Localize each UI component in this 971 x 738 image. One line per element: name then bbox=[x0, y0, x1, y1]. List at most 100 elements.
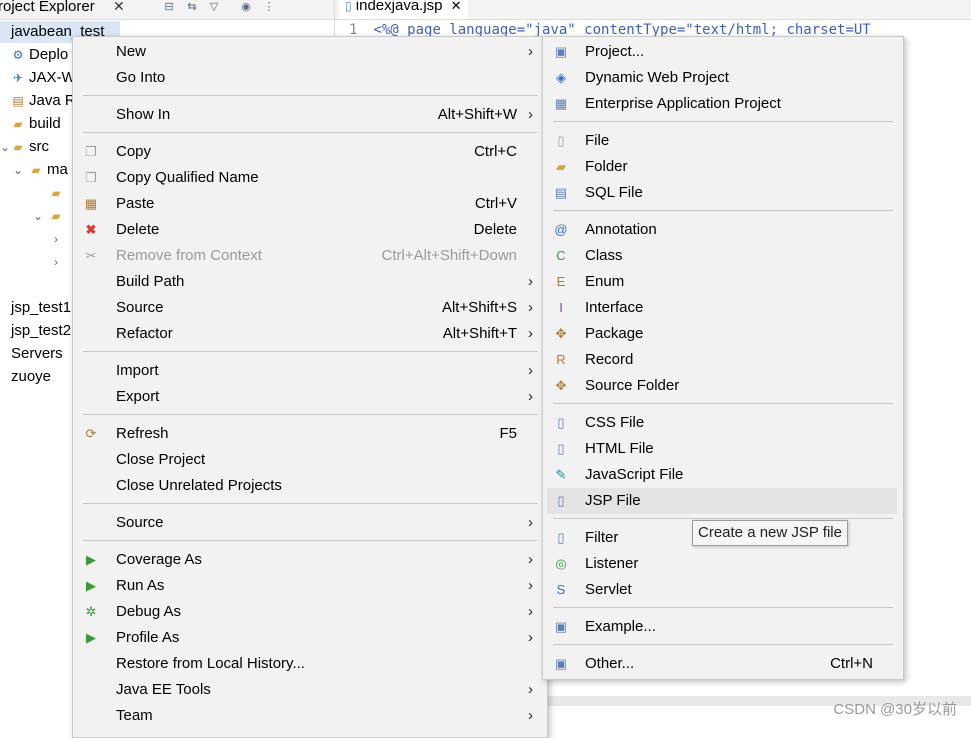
tree-item-build[interactable]: ▰ build bbox=[10, 113, 60, 135]
menu-item-label: Team bbox=[116, 707, 153, 724]
menu-item-restore-local-history[interactable]: Restore from Local History... bbox=[73, 651, 547, 677]
submenu-item-jsp-file[interactable]: ▯ JSP File bbox=[547, 488, 897, 514]
tree-item-servers[interactable]: Servers bbox=[11, 343, 63, 365]
submenu-item-sql-file[interactable]: ▤ SQL File bbox=[543, 180, 903, 206]
submenu-item-source-folder[interactable]: ✥ Source Folder bbox=[543, 373, 903, 399]
menu-item-profile-as[interactable]: ▶ Profile As › bbox=[73, 625, 547, 651]
menu-item-coverage-as[interactable]: ▶ Coverage As › bbox=[73, 547, 547, 573]
menu-item-copy[interactable]: ❐ Copy Ctrl+C bbox=[73, 139, 547, 165]
package-icon: ✥ bbox=[555, 326, 567, 341]
explorer-tab-title[interactable]: roject Explorer bbox=[0, 0, 95, 15]
submenu-item-record[interactable]: R Record bbox=[543, 347, 903, 373]
tree-item-label: Java R bbox=[29, 92, 76, 109]
chevron-right-icon: › bbox=[528, 707, 533, 724]
menu-item-export[interactable]: Export › bbox=[73, 384, 547, 410]
tree-item-src[interactable]: ▰ src bbox=[10, 136, 49, 158]
menu-item-label: Source bbox=[116, 514, 164, 531]
annotation-icon: @ bbox=[554, 222, 568, 237]
submenu-item-enum[interactable]: E Enum bbox=[543, 269, 903, 295]
tree-item-zuoye[interactable]: zuoye bbox=[11, 366, 51, 388]
submenu-item-interface[interactable]: I Interface bbox=[543, 295, 903, 321]
submenu-item-project[interactable]: ▣ Project... bbox=[543, 39, 903, 65]
chevron-right-icon: › bbox=[528, 299, 533, 316]
close-icon[interactable]: ✕ bbox=[113, 0, 125, 15]
submenu-item-example[interactable]: ▣ Example... bbox=[543, 614, 903, 640]
copy-icon: ❐ bbox=[85, 144, 97, 159]
tree-item-main[interactable]: ▰ ma bbox=[28, 159, 67, 181]
menu-separator bbox=[83, 414, 537, 415]
submenu-item-listener[interactable]: ◎ Listener bbox=[543, 551, 903, 577]
chevron-down-icon[interactable]: ⌄ bbox=[13, 163, 23, 177]
menu-item-new[interactable]: New › bbox=[73, 39, 547, 65]
menu-item-remove-from-context[interactable]: ✂ Remove from Context Ctrl+Alt+Shift+Dow… bbox=[73, 243, 547, 269]
submenu-item-servlet[interactable]: S Servlet bbox=[543, 577, 903, 603]
menu-item-delete[interactable]: ✖ Delete Delete bbox=[73, 217, 547, 243]
chevron-down-icon[interactable]: ⌄ bbox=[0, 140, 10, 154]
editor-tab-bar: ▯ indexjava.jsp ✕ bbox=[335, 0, 971, 20]
menu-item-debug-as[interactable]: ✲ Debug As › bbox=[73, 599, 547, 625]
menu-item-close-project[interactable]: Close Project bbox=[73, 447, 547, 473]
focus-icon[interactable]: ◉ bbox=[240, 1, 252, 13]
html-file-icon: ▯ bbox=[557, 441, 565, 456]
menu-item-label: HTML File bbox=[585, 440, 654, 457]
tree-item-label: Servers bbox=[11, 345, 63, 362]
submenu-item-enterprise-application-project[interactable]: ▦ Enterprise Application Project bbox=[543, 91, 903, 117]
copy-qualified-icon: ❐ bbox=[85, 170, 97, 185]
profile-icon: ▶ bbox=[86, 630, 96, 645]
submenu-item-folder[interactable]: ▰ Folder bbox=[543, 154, 903, 180]
submenu-item-css-file[interactable]: ▯ CSS File bbox=[543, 410, 903, 436]
menu-item-run-as[interactable]: ▶ Run As › bbox=[73, 573, 547, 599]
tree-item-deployment[interactable]: ⚙ Deplo bbox=[10, 44, 69, 66]
menu-separator bbox=[553, 607, 893, 608]
chevron-right-icon: › bbox=[528, 43, 533, 60]
menu-item-paste[interactable]: ▦ Paste Ctrl+V bbox=[73, 191, 547, 217]
project-icon bbox=[0, 21, 10, 43]
context-menu: New › Go Into Show In Alt+Shift+W › ❐ Co… bbox=[72, 36, 548, 738]
submenu-item-package[interactable]: ✥ Package bbox=[543, 321, 903, 347]
menu-item-go-into[interactable]: Go Into bbox=[73, 65, 547, 91]
menu-item-refactor[interactable]: Refactor Alt+Shift+T › bbox=[73, 321, 547, 347]
menu-item-label: Close Unrelated Projects bbox=[116, 477, 282, 494]
tree-item-subfolder[interactable]: ▰ bbox=[48, 205, 67, 227]
refresh-icon: ⟳ bbox=[85, 426, 97, 441]
delete-icon: ✖ bbox=[85, 222, 97, 237]
tree-item-jsp-test2[interactable]: jsp_test2 bbox=[11, 320, 71, 342]
submenu-item-class[interactable]: C Class bbox=[543, 243, 903, 269]
menu-item-build-path[interactable]: Build Path › bbox=[73, 269, 547, 295]
menu-item-label: Close Project bbox=[116, 451, 206, 468]
menu-item-copy-qualified-name[interactable]: ❐ Copy Qualified Name bbox=[73, 165, 547, 191]
collapse-all-icon[interactable]: ⊟ bbox=[163, 1, 175, 13]
paste-icon: ▦ bbox=[84, 196, 98, 211]
menu-item-import[interactable]: Import › bbox=[73, 358, 547, 384]
tree-item-subfolder[interactable]: ▰ bbox=[48, 182, 67, 204]
tree-item-jax-ws[interactable]: ✈ JAX-W bbox=[10, 67, 76, 89]
menu-item-show-in[interactable]: Show In Alt+Shift+W › bbox=[73, 102, 547, 128]
menu-item-label: Annotation bbox=[585, 221, 657, 238]
submenu-item-dynamic-web-project[interactable]: ◈ Dynamic Web Project bbox=[543, 65, 903, 91]
close-icon[interactable]: ✕ bbox=[451, 0, 462, 13]
submenu-item-javascript-file[interactable]: ✎ JavaScript File bbox=[543, 462, 903, 488]
filter-icon[interactable]: ▽ bbox=[208, 1, 220, 13]
tree-item-java-resources[interactable]: ▤ Java R bbox=[10, 90, 76, 112]
menu-item-source-2[interactable]: Source › bbox=[73, 510, 547, 536]
chevron-right-icon[interactable]: › bbox=[54, 255, 58, 269]
sql-file-icon: ▤ bbox=[554, 185, 568, 200]
tree-item-label: Deplo bbox=[29, 46, 69, 63]
chevron-down-icon[interactable]: ⌄ bbox=[33, 209, 43, 223]
menu-item-close-unrelated-projects[interactable]: Close Unrelated Projects bbox=[73, 473, 547, 499]
menu-item-refresh[interactable]: ⟳ Refresh F5 bbox=[73, 421, 547, 447]
tree-item-jsp-test1[interactable]: jsp_test1 bbox=[11, 297, 71, 319]
menu-item-label: Dynamic Web Project bbox=[585, 69, 729, 86]
menu-item-team[interactable]: Team › bbox=[73, 703, 547, 729]
link-editor-icon[interactable]: ⇆ bbox=[186, 1, 198, 13]
submenu-item-file[interactable]: ▯ File bbox=[543, 128, 903, 154]
menu-item-source[interactable]: Source Alt+Shift+S › bbox=[73, 295, 547, 321]
menu-item-java-ee-tools[interactable]: Java EE Tools › bbox=[73, 677, 547, 703]
watermark: CSDN @30岁以前 bbox=[833, 701, 957, 718]
view-menu-icon[interactable]: ⋮ bbox=[263, 1, 275, 13]
submenu-item-other[interactable]: ▣ Other... Ctrl+N bbox=[543, 651, 903, 677]
submenu-item-html-file[interactable]: ▯ HTML File bbox=[543, 436, 903, 462]
submenu-item-annotation[interactable]: @ Annotation bbox=[543, 217, 903, 243]
chevron-right-icon[interactable]: › bbox=[54, 232, 58, 246]
editor-tab-indexjava[interactable]: ▯ indexjava.jsp ✕ bbox=[339, 0, 468, 19]
